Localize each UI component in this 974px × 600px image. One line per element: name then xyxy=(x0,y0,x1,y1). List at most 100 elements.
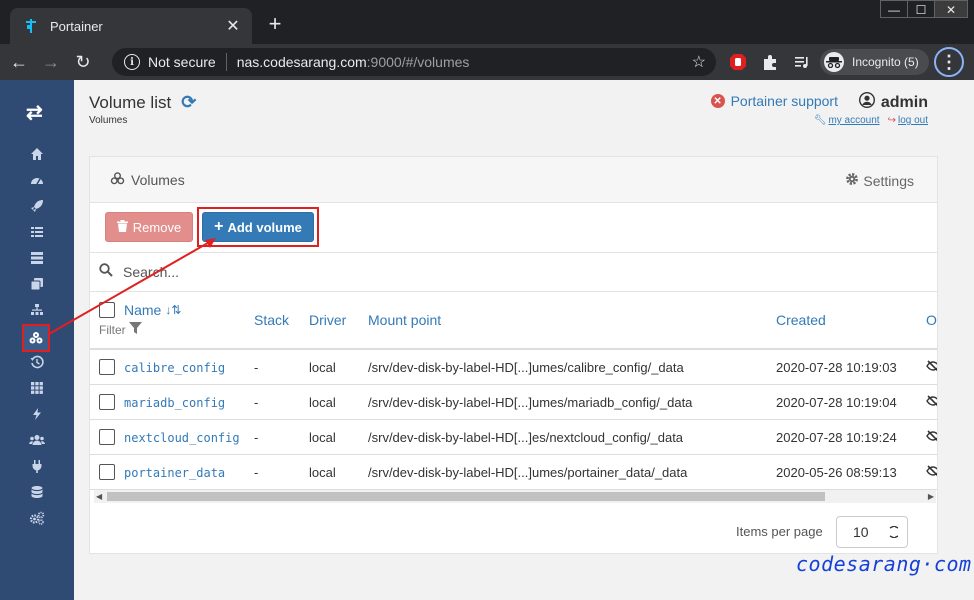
settings-label: Settings xyxy=(863,172,914,189)
filter-label: Filter xyxy=(99,322,126,337)
column-stack[interactable]: Stack xyxy=(254,312,289,328)
stop-hand-extension-icon[interactable] xyxy=(726,50,750,74)
database-icon[interactable] xyxy=(27,482,47,502)
panel-header: Volumes Settings xyxy=(90,157,937,203)
column-driver[interactable]: Driver xyxy=(309,312,346,328)
sidebar: ⇄ xyxy=(0,80,74,600)
column-name[interactable]: Name ↓⇅ xyxy=(124,302,181,318)
search-icon xyxy=(99,262,113,282)
table-row: mariadb_config - local /srv/dev-disk-by-… xyxy=(90,385,937,420)
remove-label: Remove xyxy=(132,219,182,235)
bookmark-star-icon[interactable]: ☆ xyxy=(692,52,706,72)
volume-name-link[interactable]: portainer_data xyxy=(124,466,225,480)
volume-name-link[interactable]: mariadb_config xyxy=(124,396,225,410)
volume-stack: - xyxy=(254,465,259,480)
column-ownership[interactable]: O xyxy=(926,312,937,328)
forward-button[interactable]: → xyxy=(38,49,64,75)
remove-button[interactable]: Remove xyxy=(105,212,193,242)
dashboard-icon[interactable] xyxy=(27,170,47,190)
volume-driver: local xyxy=(309,465,336,480)
cogs-icon[interactable] xyxy=(27,508,47,528)
history-icon[interactable] xyxy=(27,352,47,372)
volume-mount-point: /srv/dev-disk-by-label-HD[...]umes/porta… xyxy=(368,465,688,480)
table-header: Name ↓⇅ Filter Stack Driver Mount point … xyxy=(90,292,937,350)
browser-tab[interactable]: Portainer ✕ xyxy=(10,8,252,44)
plug-icon[interactable] xyxy=(27,456,47,476)
puzzle-extensions-icon[interactable] xyxy=(758,50,782,74)
bolt-icon[interactable] xyxy=(27,404,47,424)
items-per-page-value: 10 xyxy=(853,524,869,540)
volume-driver: local xyxy=(309,395,336,410)
table-row: nextcloud_config - local /srv/dev-disk-b… xyxy=(90,420,937,455)
back-button[interactable]: ← xyxy=(6,49,32,75)
volume-stack: - xyxy=(254,395,259,410)
settings-button[interactable]: Settings xyxy=(845,172,914,189)
items-per-page-select[interactable]: 10 xyxy=(836,516,908,548)
media-queue-icon[interactable] xyxy=(790,50,814,74)
select-all-checkbox[interactable] xyxy=(99,302,115,318)
column-name-label: Name xyxy=(124,302,162,318)
info-icon[interactable]: i xyxy=(124,54,140,70)
minimize-button[interactable]: — xyxy=(880,0,908,18)
portainer-favicon-icon xyxy=(22,17,40,35)
sort-alpha-icon: ↓⇅ xyxy=(165,303,182,317)
clone-icon[interactable] xyxy=(27,274,47,294)
sitemap-icon[interactable] xyxy=(27,300,47,320)
column-created[interactable]: Created xyxy=(776,312,826,328)
page-viewport: ⇄ Volume list ⟳ Volumes ✕ Portainer supp… xyxy=(0,80,974,600)
add-volume-button[interactable]: + Add volume xyxy=(202,212,314,242)
volume-name-link[interactable]: nextcloud_config xyxy=(124,431,240,445)
address-bar[interactable]: i Not secure nas.codesarang.com:9000/#/v… xyxy=(112,48,716,76)
server-icon[interactable] xyxy=(27,248,47,268)
new-tab-button[interactable]: + xyxy=(264,13,286,35)
my-account-link[interactable]: my account xyxy=(828,115,879,126)
volume-created: 2020-05-26 08:59:13 xyxy=(776,465,897,480)
reload-button[interactable]: ↻ xyxy=(70,49,96,75)
scroll-left-arrow-icon[interactable]: ◀ xyxy=(96,490,102,503)
logout-link[interactable]: log out xyxy=(898,115,928,126)
portainer-support-link[interactable]: ✕ Portainer support xyxy=(710,93,838,109)
refresh-icon[interactable]: ⟳ xyxy=(181,92,196,113)
browser-toolbar: ← → ↻ i Not secure nas.codesarang.com:90… xyxy=(0,44,974,80)
volume-name-link[interactable]: calibre_config xyxy=(124,361,225,375)
page-title: Volume list ⟳ xyxy=(89,92,196,113)
search-input[interactable] xyxy=(123,264,423,280)
home-icon[interactable] xyxy=(27,144,47,164)
user-info: admin xyxy=(858,91,928,113)
scroll-right-arrow-icon[interactable]: ▶ xyxy=(928,490,934,503)
user-icon xyxy=(858,91,875,113)
users-icon[interactable] xyxy=(27,430,47,450)
row-checkbox[interactable] xyxy=(99,359,115,375)
th-icon[interactable] xyxy=(27,378,47,398)
eye-slash-icon xyxy=(926,360,937,375)
row-checkbox[interactable] xyxy=(99,394,115,410)
tab-close-icon[interactable]: ✕ xyxy=(224,16,242,36)
volume-created: 2020-07-28 10:19:24 xyxy=(776,430,897,445)
list-icon[interactable] xyxy=(27,222,47,242)
browser-tabstrip: Portainer ✕ + — ☐ ✕ xyxy=(0,0,974,44)
scrollbar-thumb[interactable] xyxy=(107,492,825,501)
incognito-icon xyxy=(824,52,844,72)
filter-button[interactable]: Filter xyxy=(99,322,142,337)
volume-driver: local xyxy=(309,430,336,445)
incognito-badge[interactable]: Incognito (5) xyxy=(820,49,929,75)
volume-created: 2020-07-28 10:19:03 xyxy=(776,360,897,375)
window-controls: — ☐ ✕ xyxy=(880,0,968,18)
rocket-icon[interactable] xyxy=(27,196,47,216)
chevron-down-icon xyxy=(889,525,899,541)
table-row: calibre_config - local /srv/dev-disk-by-… xyxy=(90,350,937,385)
sidebar-toggle-icon[interactable]: ⇄ xyxy=(26,100,43,125)
row-checkbox[interactable] xyxy=(99,464,115,480)
column-mount-point[interactable]: Mount point xyxy=(368,312,441,328)
horizontal-scrollbar[interactable]: ◀ ▶ xyxy=(94,490,936,503)
row-checkbox[interactable] xyxy=(99,429,115,445)
incognito-label: Incognito (5) xyxy=(852,55,919,69)
volume-created: 2020-07-28 10:19:04 xyxy=(776,395,897,410)
close-window-button[interactable]: ✕ xyxy=(934,0,968,18)
pagination-footer: Items per page 10 xyxy=(90,503,937,553)
maximize-button[interactable]: ☐ xyxy=(907,0,935,18)
volume-mount-point: /srv/dev-disk-by-label-HD[...]es/nextclo… xyxy=(368,430,684,445)
eye-slash-icon xyxy=(926,430,937,445)
cubes-icon[interactable] xyxy=(22,324,50,352)
browser-menu-icon[interactable]: ⋮ xyxy=(934,47,964,77)
